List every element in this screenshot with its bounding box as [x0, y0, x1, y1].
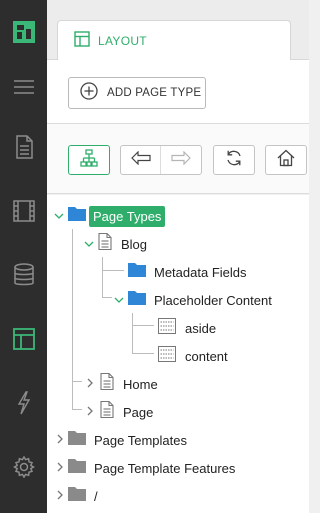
chevron-down-icon[interactable] — [84, 235, 94, 253]
page-icon — [100, 400, 114, 423]
forward-button[interactable] — [161, 146, 201, 174]
tree-item-label: Page Templates — [94, 432, 187, 448]
folder-icon — [68, 458, 86, 478]
placeholder-icon — [158, 317, 176, 339]
tab-layout[interactable]: LAYOUT — [57, 20, 291, 61]
add-page-type-button[interactable]: ADD PAGE TYPE — [68, 77, 206, 109]
tree-item-page[interactable]: Page — [86, 400, 153, 424]
hierarchy-view-button[interactable] — [68, 145, 110, 175]
layout-icon — [74, 30, 90, 52]
tree-item-label: Page Types — [89, 205, 166, 227]
tab-label: LAYOUT — [98, 34, 147, 48]
home-button[interactable] — [265, 145, 307, 175]
film-icon[interactable] — [0, 191, 47, 231]
home-icon — [277, 149, 295, 172]
tree-item-label: Page — [123, 404, 154, 420]
page-type-tree: Page Types Blog Metadata Fields Placehol… — [47, 195, 309, 513]
tree-item-page-templates[interactable]: Page Templates — [56, 428, 187, 452]
tree-item-placeholder-content[interactable]: Placeholder Content — [114, 288, 272, 312]
placeholder-icon — [158, 345, 176, 367]
tree-toolbar — [47, 124, 309, 194]
hamburger-menu-icon[interactable] — [0, 67, 47, 107]
tree-item-blog[interactable]: Blog — [84, 232, 147, 256]
refresh-icon — [225, 149, 243, 172]
nav-button-group — [120, 145, 202, 175]
lightning-icon[interactable] — [0, 383, 47, 423]
chevron-right-icon[interactable] — [56, 487, 64, 505]
plus-circle-icon — [80, 81, 98, 105]
arrow-right-icon — [171, 150, 191, 170]
chevron-right-icon[interactable] — [56, 459, 64, 477]
chevron-down-icon[interactable] — [54, 207, 64, 225]
arrow-left-icon — [130, 150, 151, 170]
database-icon[interactable] — [0, 255, 47, 295]
layout-icon[interactable] — [0, 319, 47, 359]
tree-item-home[interactable]: Home — [86, 372, 158, 396]
tree-item-label: Home — [123, 376, 158, 392]
tree-item-label: / — [94, 488, 98, 504]
tree-item-label: Page Template Features — [94, 460, 236, 476]
page-icon — [100, 372, 114, 395]
refresh-button[interactable] — [213, 145, 255, 175]
chevron-right-icon[interactable] — [86, 403, 94, 421]
toolbar: ADD PAGE TYPE — [47, 60, 309, 124]
folder-icon — [128, 262, 146, 282]
tree-item-page-template-features[interactable]: Page Template Features — [56, 456, 235, 480]
tree-item-label: aside — [185, 320, 217, 336]
chevron-right-icon[interactable] — [56, 431, 64, 449]
left-navigation-rail — [0, 0, 47, 513]
tree-item-root[interactable]: / — [56, 484, 98, 508]
logo-icon[interactable] — [0, 12, 47, 52]
tree-item-label: content — [185, 348, 228, 364]
tree-item-label: Placeholder Content — [154, 292, 272, 308]
tree-item-aside[interactable]: aside — [158, 316, 216, 340]
hierarchy-icon — [80, 148, 98, 172]
tab-strip: LAYOUT — [47, 0, 309, 61]
chevron-down-icon[interactable] — [114, 291, 124, 309]
document-icon[interactable] — [0, 127, 47, 167]
folder-icon — [68, 206, 86, 226]
gear-icon[interactable] — [0, 447, 47, 487]
tree-item-content[interactable]: content — [158, 344, 228, 368]
add-page-type-label: ADD PAGE TYPE — [107, 87, 202, 99]
tree-item-page-types[interactable]: Page Types — [54, 204, 166, 228]
folder-icon — [68, 430, 86, 450]
tree-item-label: Blog — [121, 236, 148, 252]
folder-icon — [68, 486, 86, 506]
folder-icon — [128, 290, 146, 310]
chevron-right-icon[interactable] — [86, 375, 94, 393]
tree-item-label: Metadata Fields — [154, 264, 247, 280]
tree-item-metadata-fields[interactable]: Metadata Fields — [128, 260, 247, 284]
page-icon — [98, 232, 112, 255]
back-button[interactable] — [121, 146, 161, 174]
